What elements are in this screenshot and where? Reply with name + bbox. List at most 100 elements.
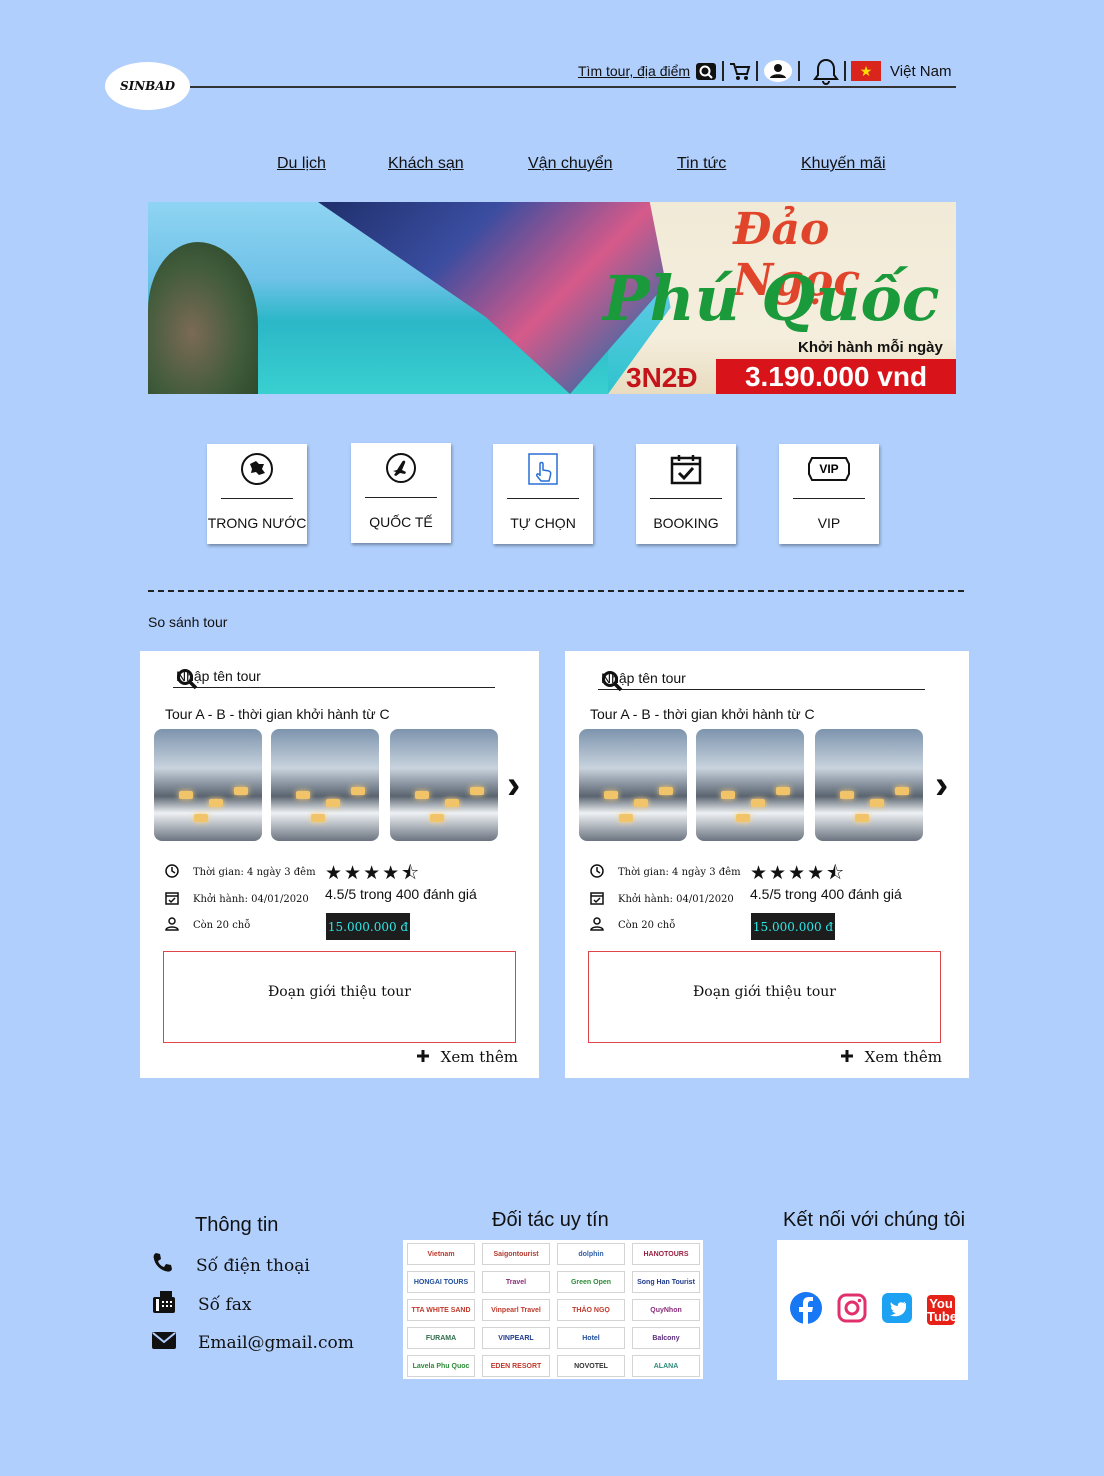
next-arrow-icon[interactable]: ›: [507, 763, 520, 808]
youtube-icon[interactable]: You Tube: [927, 1295, 957, 1325]
category-divider: [650, 498, 722, 499]
category-quoc-te[interactable]: QUỐC TẾ: [351, 443, 451, 543]
tour-image[interactable]: [271, 729, 379, 841]
partner-logo[interactable]: Vinpearl Travel: [482, 1299, 550, 1321]
instagram-icon[interactable]: [837, 1293, 867, 1328]
header-divider: [190, 86, 956, 88]
touch-icon: [527, 452, 559, 486]
tour-departure: Khởi hành: 04/01/2020: [193, 894, 309, 905]
partner-logo[interactable]: TTA WHITE SAND: [407, 1299, 475, 1321]
logo[interactable]: SINBAD: [105, 62, 190, 110]
category-booking[interactable]: BOOKING: [636, 444, 736, 544]
rating-text: 4.5/5 trong 400 đánh giá: [325, 886, 477, 902]
tour-departure: Khởi hành: 04/01/2020: [618, 894, 734, 905]
category-divider: [793, 498, 865, 499]
person-icon: [590, 917, 604, 934]
svg-text:VIP: VIP: [819, 462, 838, 476]
partner-logo[interactable]: Vietnam: [407, 1243, 475, 1265]
tour-search-input[interactable]: Nhập tên tour: [598, 669, 925, 692]
partner-logo[interactable]: Green Open: [557, 1271, 625, 1293]
category-label: TRONG NƯỚC: [207, 515, 307, 531]
tour-seats: Còn 20 chỗ: [618, 920, 676, 931]
tour-duration: Thời gian: 4 ngày 3 đêm: [193, 867, 316, 878]
fax-label[interactable]: Số fax: [198, 1295, 251, 1315]
partner-logo[interactable]: VINPEARL: [482, 1327, 550, 1349]
vietnam-map-icon: [240, 452, 274, 486]
category-vip[interactable]: VIP VIP: [779, 444, 879, 544]
category-tu-chon[interactable]: TỰ CHỌN: [493, 444, 593, 544]
banner-duration: 3N2Đ: [626, 362, 698, 393]
plus-icon: [416, 1048, 429, 1066]
calendar-check-icon: [670, 452, 702, 486]
tour-seats-row: Còn 20 chỗ: [165, 917, 250, 934]
nav-tin-tuc[interactable]: Tin tức: [677, 155, 726, 173]
partner-logo[interactable]: Song Han Tourist: [632, 1271, 700, 1293]
facebook-icon[interactable]: [790, 1291, 822, 1329]
tour-duration-row: Thời gian: 4 ngày 3 đêm: [165, 864, 316, 881]
partner-logo[interactable]: Saigontourist: [482, 1243, 550, 1265]
phone-label[interactable]: Số điện thoại: [196, 1256, 310, 1276]
search-icon[interactable]: [695, 61, 717, 81]
partner-logo[interactable]: ALANA: [632, 1355, 700, 1377]
partner-logo[interactable]: Hotel: [557, 1327, 625, 1349]
search-icon[interactable]: [601, 670, 925, 695]
nav-khach-san[interactable]: Khách sạn: [388, 155, 464, 173]
calendar-check-icon: [590, 891, 604, 908]
tour-image[interactable]: [815, 729, 923, 841]
partner-logo[interactable]: NOVOTEL: [557, 1355, 625, 1377]
category-trong-nuoc[interactable]: TRONG NƯỚC: [207, 444, 307, 544]
clock-icon: [590, 864, 604, 881]
envelope-icon: [152, 1330, 176, 1355]
see-more-label: Xem thêm: [440, 1048, 518, 1066]
section-divider: [148, 590, 964, 592]
vietnam-flag-icon[interactable]: ★: [851, 61, 882, 81]
see-more-link[interactable]: Xem thêm: [840, 1048, 942, 1066]
user-icon[interactable]: [763, 59, 793, 83]
category-label: TỰ CHỌN: [510, 515, 576, 531]
toolbar-separator: [798, 61, 801, 81]
tour-seats-row: Còn 20 chỗ: [590, 917, 675, 934]
partner-logo[interactable]: EDEN RESORT: [482, 1355, 550, 1377]
category-label: QUỐC TẾ: [369, 514, 433, 530]
social-links: You Tube: [777, 1240, 968, 1380]
banner-price: 3.190.000 vnd: [716, 359, 956, 394]
banner-subtitle: Khởi hành mỗi ngày: [798, 339, 943, 356]
nav-du-lich[interactable]: Du lịch: [277, 155, 326, 173]
see-more-link[interactable]: Xem thêm: [416, 1048, 518, 1066]
info-title: Thông tin: [195, 1214, 279, 1236]
nav-khuyen-mai[interactable]: Khuyến mãi: [801, 155, 886, 173]
partner-logo[interactable]: HONGAI TOURS: [407, 1271, 475, 1293]
cart-icon[interactable]: [729, 61, 751, 81]
partner-logo[interactable]: HANOTOURS: [632, 1243, 700, 1265]
partner-logo[interactable]: THẢO NGỌ: [557, 1299, 625, 1321]
tour-departure-row: Khởi hành: 04/01/2020: [165, 891, 309, 908]
tour-seats: Còn 20 chỗ: [193, 920, 251, 931]
partner-logo[interactable]: dolphin: [557, 1243, 625, 1265]
email-label[interactable]: Email@gmail.com: [198, 1333, 354, 1353]
partner-logo[interactable]: Lavela Phu Quoc: [407, 1355, 475, 1377]
partners-title: Đối tác uy tín: [492, 1209, 609, 1231]
twitter-icon[interactable]: [882, 1292, 912, 1328]
next-arrow-icon[interactable]: ›: [935, 763, 948, 808]
tour-search-input[interactable]: Nhập tên tour: [173, 667, 495, 690]
search-link[interactable]: Tìm tour, địa điểm: [578, 63, 690, 79]
phone-icon: [152, 1252, 174, 1279]
compare-card: Nhập tên tour Tour A - B - thời gian khở…: [565, 651, 969, 1078]
tour-intro: Đoạn giới thiệu tour: [588, 951, 941, 1043]
search-icon[interactable]: [176, 668, 495, 693]
email-row: Email@gmail.com: [152, 1330, 354, 1355]
partner-logo[interactable]: FURAMA: [407, 1327, 475, 1349]
partner-logo[interactable]: Travel: [482, 1271, 550, 1293]
airplane-icon: [384, 451, 418, 485]
partner-logo[interactable]: Balcony: [632, 1327, 700, 1349]
bell-icon[interactable]: [813, 57, 840, 85]
tour-image[interactable]: [696, 729, 804, 841]
partner-logo[interactable]: QuyNhon: [632, 1299, 700, 1321]
tour-image[interactable]: [154, 729, 262, 841]
language-label[interactable]: Việt Nam: [890, 63, 951, 80]
tour-image[interactable]: [390, 729, 498, 841]
fax-row: Số fax: [152, 1290, 251, 1319]
promo-banner[interactable]: Đảo Ngọc Phú Quốc Khởi hành mỗi ngày 3N2…: [148, 202, 956, 394]
tour-image[interactable]: [579, 729, 687, 841]
nav-van-chuyen[interactable]: Vận chuyển: [528, 155, 613, 173]
